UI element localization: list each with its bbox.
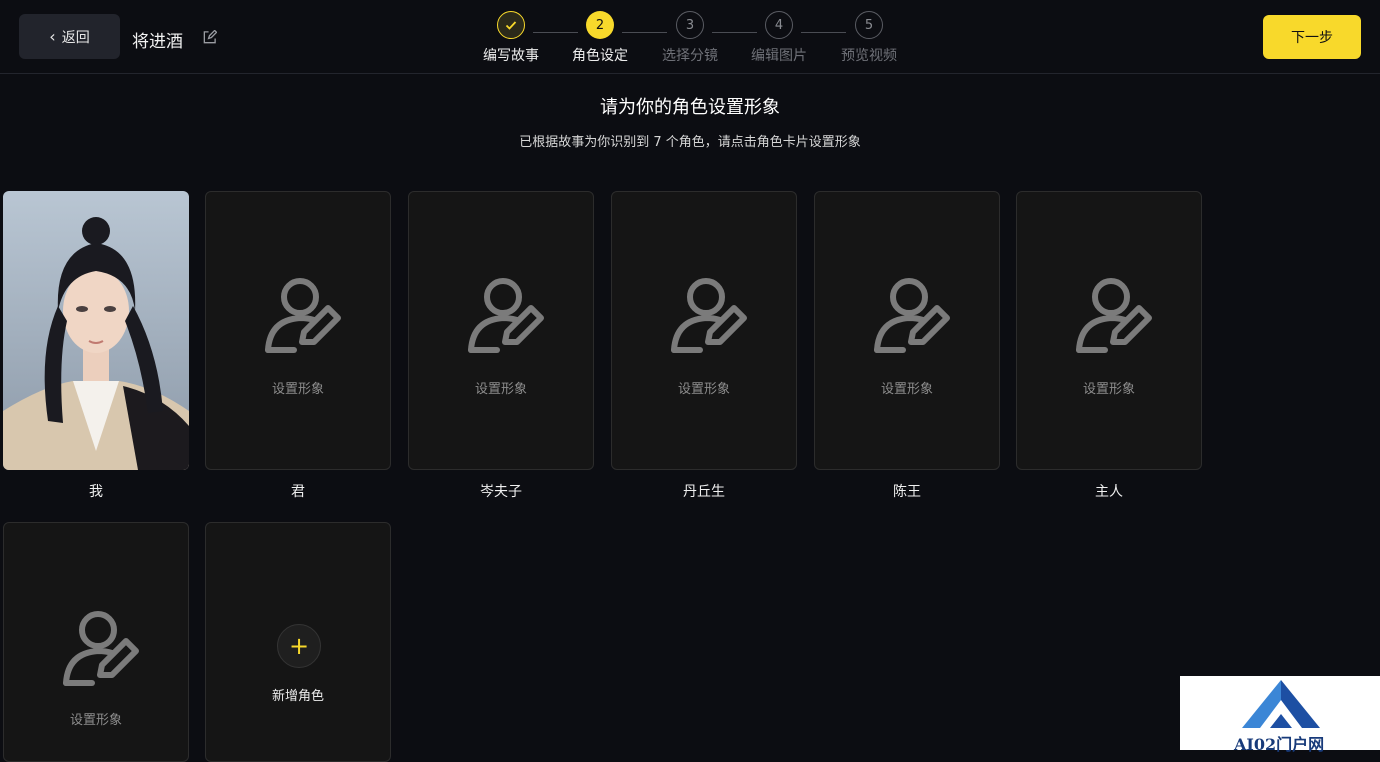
project-title: 将进酒: [132, 32, 183, 52]
user-edit-icon: [874, 278, 950, 353]
user-edit-icon: [63, 611, 139, 686]
character-name: 君: [291, 484, 305, 500]
character-name: 主人: [1095, 484, 1123, 500]
watermark-text: AI02门户网: [1234, 735, 1325, 754]
character-card-zhuren[interactable]: 设置形象: [1016, 191, 1202, 470]
step-2[interactable]: 2 角色设定: [560, 11, 640, 65]
plus-icon: +: [277, 624, 321, 668]
edit-icon[interactable]: [202, 30, 217, 45]
add-character-card[interactable]: + 新增角色: [205, 522, 391, 762]
step-3[interactable]: 3 选择分镜: [650, 11, 730, 65]
set-image-label: 设置形象: [271, 382, 324, 397]
next-step-button[interactable]: 下一步: [1263, 15, 1361, 59]
step-4-number: 4: [765, 11, 793, 39]
add-character-label: 新增角色: [271, 689, 324, 704]
chevron-left-icon: ‹: [49, 27, 56, 46]
step-5-number: 5: [855, 11, 883, 39]
user-edit-icon: [671, 278, 747, 353]
step-1[interactable]: 编写故事: [471, 11, 551, 65]
character-card-7[interactable]: 设置形象: [3, 522, 189, 762]
step-1-label: 编写故事: [483, 48, 539, 64]
step-5[interactable]: 5 预览视频: [829, 11, 909, 65]
character-card-cenfuzi[interactable]: 设置形象: [408, 191, 594, 470]
set-image-label: 设置形象: [474, 382, 527, 397]
watermark-logo: [1242, 680, 1320, 728]
step-3-number: 3: [676, 11, 704, 39]
set-image-label: 设置形象: [1082, 382, 1135, 397]
character-name: 丹丘生: [683, 484, 725, 500]
page-subheading: 已根据故事为你识别到 7 个角色，请点击角色卡片设置形象: [519, 135, 861, 150]
step-4-label: 编辑图片: [751, 48, 807, 64]
character-card-wo[interactable]: [3, 191, 189, 470]
set-image-label: 设置形象: [880, 382, 933, 397]
step-4[interactable]: 4 编辑图片: [739, 11, 819, 65]
character-card-jun[interactable]: 设置形象: [205, 191, 391, 470]
character-name: 陈王: [893, 484, 921, 500]
top-bar: ‹ 返回 将进酒 编写故事 2 角色设定 3 选择分镜 4 编辑图片 5 预览视…: [0, 0, 1380, 74]
character-portrait: [3, 191, 189, 470]
character-name: 岑夫子: [480, 484, 522, 500]
page-heading: 请为你的角色设置形象: [600, 97, 780, 118]
set-image-label: 设置形象: [677, 382, 730, 397]
watermark: AI02门户网: [1180, 676, 1380, 754]
step-2-number: 2: [586, 11, 614, 39]
back-button[interactable]: ‹ 返回: [19, 14, 120, 59]
user-edit-icon: [265, 278, 341, 353]
character-card-danqiusheng[interactable]: 设置形象: [611, 191, 797, 470]
character-card-chenwang[interactable]: 设置形象: [814, 191, 1000, 470]
step-2-label: 角色设定: [572, 48, 628, 64]
set-image-label: 设置形象: [69, 713, 122, 728]
check-icon: [497, 11, 525, 39]
step-3-label: 选择分镜: [662, 48, 718, 64]
character-name: 我: [89, 484, 103, 500]
step-5-label: 预览视频: [841, 48, 897, 64]
user-edit-icon: [1076, 278, 1152, 353]
back-button-label: 返回: [61, 29, 90, 46]
user-edit-icon: [468, 278, 544, 353]
